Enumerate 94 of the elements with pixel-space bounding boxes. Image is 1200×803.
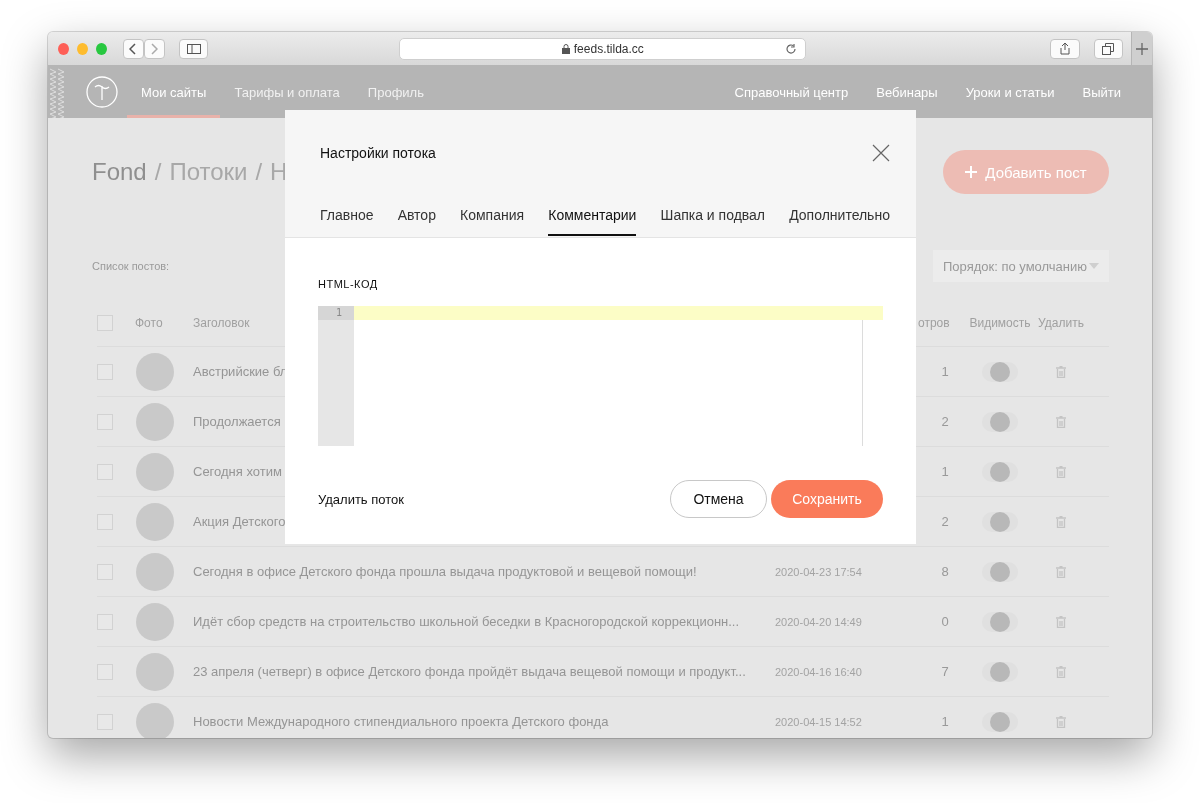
- photo-placeholder: [136, 402, 174, 441]
- trash-icon[interactable]: [1056, 465, 1066, 478]
- visibility-toggle[interactable]: [982, 461, 1018, 482]
- column-header: Заголовок: [193, 316, 251, 330]
- add-post-button[interactable]: Добавить пост: [943, 150, 1109, 194]
- new-tab-button[interactable]: [1131, 32, 1152, 65]
- code-editor[interactable]: 1: [318, 306, 883, 446]
- trash-icon[interactable]: [1056, 515, 1066, 528]
- nav-link[interactable]: Вебинары: [862, 81, 952, 103]
- visibility-toggle[interactable]: [982, 611, 1018, 632]
- view-count: 1: [940, 714, 950, 729]
- tabs-icon: [1102, 42, 1115, 55]
- chevron-right-icon: [150, 42, 159, 55]
- view-count: 7: [940, 664, 950, 679]
- trash-icon[interactable]: [1056, 715, 1066, 728]
- field-label: HTML-КОД: [318, 278, 379, 290]
- view-count: 2: [940, 514, 950, 529]
- breadcrumb-item[interactable]: Н: [270, 158, 288, 186]
- settings-tab[interactable]: Дополнительно: [789, 195, 890, 237]
- view-count: 1: [940, 464, 950, 479]
- list-label: Список постов:: [92, 260, 170, 272]
- visibility-toggle[interactable]: [982, 661, 1018, 682]
- nav-link[interactable]: Выйти: [1068, 81, 1135, 103]
- post-title[interactable]: Новости Международного стипендиального проекта Детского фонда: [193, 714, 775, 729]
- post-date: 2020-04-15 14:52: [775, 715, 863, 728]
- settings-tab[interactable]: Комментарии: [548, 195, 637, 237]
- share-icon: [1060, 42, 1071, 55]
- caret-icon: [1089, 263, 1099, 269]
- settings-tab[interactable]: Главное: [320, 195, 374, 237]
- forward-button[interactable]: [143, 38, 165, 59]
- plus-icon: [965, 166, 978, 178]
- window-control-icon[interactable]: [95, 42, 107, 55]
- save-button[interactable]: Сохранить: [771, 480, 883, 518]
- column-header: Видимость: [969, 316, 1031, 330]
- trash-icon[interactable]: [1056, 565, 1066, 578]
- window-control-icon[interactable]: [58, 42, 69, 55]
- settings-tab[interactable]: Автор: [397, 195, 436, 237]
- post-date: 2020-04-20 14:49: [775, 615, 863, 628]
- nav-link[interactable]: Справочный центр: [720, 81, 863, 103]
- nav-link[interactable]: Уроки и статьи: [951, 81, 1069, 103]
- photo-placeholder: [136, 652, 174, 691]
- photo-placeholder: [136, 352, 174, 391]
- sidebar-icon: [186, 43, 201, 54]
- dialog-title: Настройки потока: [320, 144, 436, 161]
- photo-placeholder: [136, 452, 174, 491]
- settings-tab[interactable]: Компания: [460, 195, 525, 237]
- line-number: 1: [318, 306, 354, 320]
- reload-icon[interactable]: [785, 42, 798, 55]
- photo-placeholder: [136, 602, 174, 641]
- post-date: 2020-04-16 16:40: [775, 665, 863, 678]
- logo-icon[interactable]: [86, 76, 118, 108]
- delete-feed-link[interactable]: Удалить поток: [318, 491, 404, 507]
- view-count: 2: [940, 414, 950, 429]
- breadcrumb-separator: /: [255, 158, 263, 186]
- column-header: Удалить: [1038, 316, 1084, 330]
- post-title[interactable]: 23 апреля (четверг) в офисе Детского фонда пройдёт выдача вещевой помощи и продукт...: [193, 664, 775, 679]
- nav-link[interactable]: Мои сайты: [127, 66, 221, 118]
- photo-placeholder: [136, 502, 174, 541]
- breadcrumb-item[interactable]: Потоки: [169, 158, 248, 186]
- close-icon[interactable]: [872, 143, 890, 162]
- visibility-toggle[interactable]: [982, 711, 1018, 732]
- visibility-toggle[interactable]: [982, 361, 1018, 382]
- back-button[interactable]: [122, 38, 144, 59]
- share-button[interactable]: [1050, 38, 1080, 59]
- view-count: 8: [940, 564, 950, 579]
- settings-tab[interactable]: Шапка и подвал: [660, 195, 766, 237]
- column-header: Фото: [135, 316, 164, 330]
- column-header: отров: [918, 316, 951, 330]
- visibility-toggle[interactable]: [982, 511, 1018, 532]
- sidebar-button[interactable]: [178, 38, 209, 59]
- photo-placeholder: [136, 552, 174, 591]
- breadcrumb-separator: /: [154, 158, 162, 186]
- photo-placeholder: [136, 702, 174, 738]
- trash-icon[interactable]: [1056, 415, 1066, 428]
- tabs-button[interactable]: [1093, 38, 1123, 59]
- view-count: 1: [940, 364, 950, 379]
- visibility-toggle[interactable]: [982, 561, 1018, 582]
- post-title[interactable]: Идёт сбор средств на строительство школьной беседки в Красногородской коррекционн...: [193, 614, 775, 629]
- trash-icon[interactable]: [1056, 365, 1066, 378]
- sort-dropdown[interactable]: Порядок: по умолчанию: [933, 250, 1109, 282]
- chevron-left-icon: [129, 42, 138, 55]
- plus-icon: [1136, 42, 1148, 55]
- trash-icon[interactable]: [1056, 665, 1066, 678]
- visibility-toggle[interactable]: [982, 411, 1018, 432]
- view-count: 0: [940, 614, 950, 629]
- url-text: feeds.tilda.cc: [573, 41, 644, 56]
- post-date: 2020-04-23 17:54: [775, 565, 863, 578]
- cancel-button[interactable]: Отмена: [670, 480, 767, 518]
- window-control-icon[interactable]: [76, 42, 88, 55]
- lock-icon: [561, 43, 570, 54]
- post-title[interactable]: Сегодня в офисе Детского фонда прошла выдача продуктовой и вещевой помощи!: [193, 564, 775, 579]
- trash-icon[interactable]: [1056, 615, 1066, 628]
- address-bar[interactable]: feeds.tilda.cc: [399, 37, 807, 60]
- breadcrumb-item[interactable]: Fond: [92, 158, 147, 186]
